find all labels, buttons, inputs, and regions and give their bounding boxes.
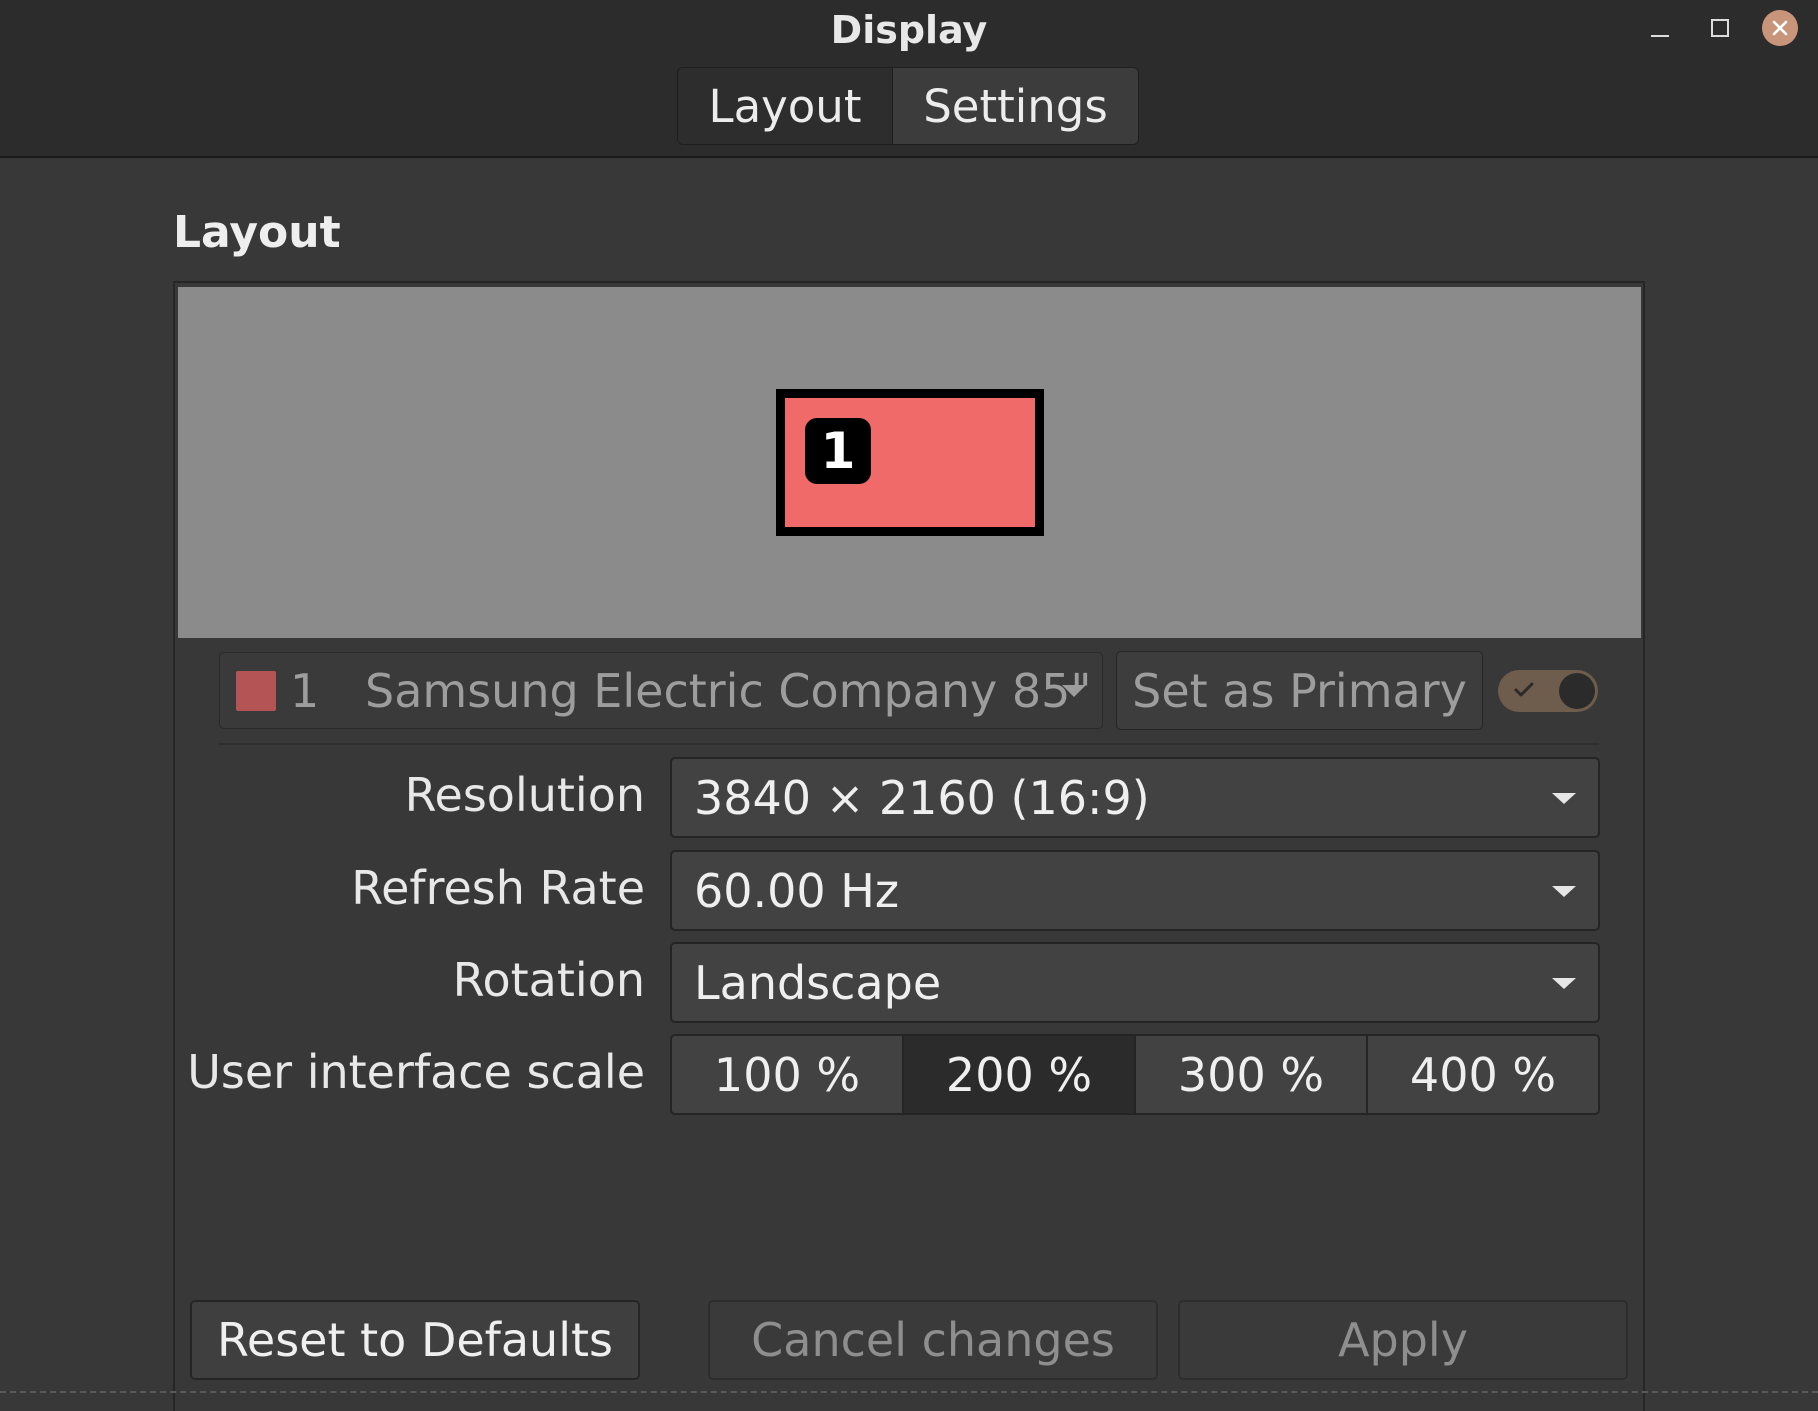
reset-to-defaults-button[interactable]: Reset to Defaults [190,1300,640,1380]
rotation-label: Rotation [452,953,645,1007]
display-number: 1 [290,663,320,718]
maximize-icon[interactable] [1702,10,1738,46]
toggle-knob [1559,673,1595,709]
refresh-rate-label: Refresh Rate [351,861,645,915]
scale-option-100[interactable]: 100 % [672,1036,904,1113]
separator [219,743,1599,745]
resolution-label: Resolution [404,768,645,822]
set-as-primary-button[interactable]: Set as Primary [1116,651,1483,730]
display-enabled-toggle[interactable] [1498,670,1598,712]
cancel-changes-button[interactable]: Cancel changes [708,1300,1158,1380]
resolution-dropdown[interactable]: 3840 × 2160 (16:9) [670,757,1600,838]
section-title: Layout [173,207,341,258]
tab-settings[interactable]: Settings [892,68,1138,144]
chevron-down-icon [1552,978,1576,989]
scale-label: User interface scale [187,1045,645,1099]
scale-option-200[interactable]: 200 % [904,1036,1136,1113]
close-icon[interactable] [1762,10,1798,46]
window-edge [0,1391,1818,1393]
chevron-down-icon [1062,685,1086,697]
title-bar: Display Layout Settings [0,0,1818,158]
chevron-down-icon [1552,793,1576,804]
monitor-preview[interactable]: 1 [776,389,1044,536]
minimize-icon[interactable] [1642,10,1678,46]
refresh-rate-value: 60.00 Hz [694,863,900,918]
check-icon [1514,682,1534,697]
resolution-value: 3840 × 2160 (16:9) [694,770,1150,825]
scale-option-300[interactable]: 300 % [1136,1036,1368,1113]
rotation-value: Landscape [694,955,942,1010]
chevron-down-icon [1552,886,1576,897]
display-selector[interactable]: 1 Samsung Electric Company 85" [219,652,1103,729]
display-name: Samsung Electric Company 85" [365,663,1092,718]
window-title: Display [830,8,988,52]
display-color-swatch [236,671,276,711]
refresh-rate-dropdown[interactable]: 60.00 Hz [670,850,1600,931]
scale-selector: 100 % 200 % 300 % 400 % [670,1034,1600,1115]
apply-button[interactable]: Apply [1178,1300,1628,1380]
rotation-dropdown[interactable]: Landscape [670,942,1600,1023]
monitor-number-badge: 1 [805,418,871,484]
tab-layout[interactable]: Layout [678,68,892,144]
tab-switcher: Layout Settings [677,67,1139,145]
scale-option-400[interactable]: 400 % [1368,1036,1598,1113]
